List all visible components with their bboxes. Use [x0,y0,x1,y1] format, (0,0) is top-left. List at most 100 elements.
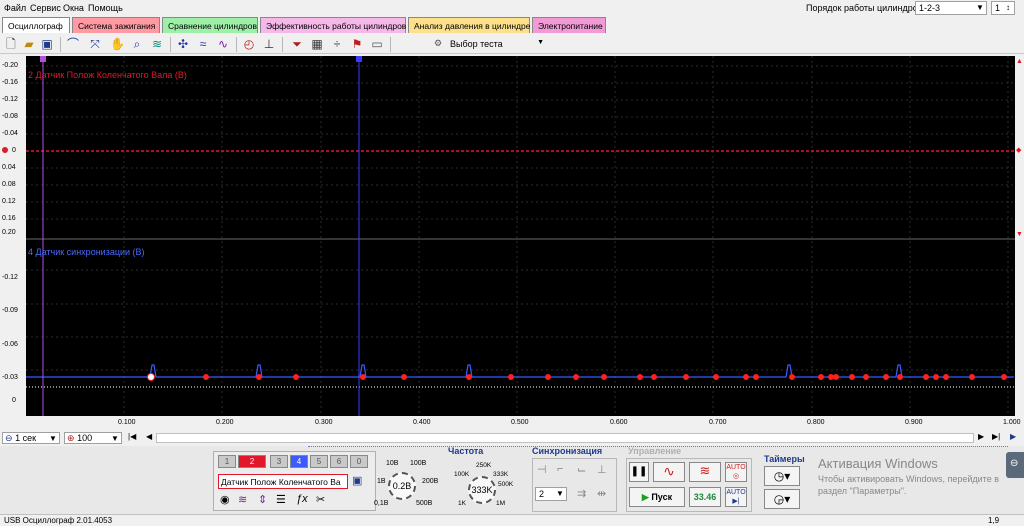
tab-cylinder-efficiency[interactable]: Эффективность работы цилиндров [260,17,406,33]
timer-1-button[interactable]: ◷▾ [764,466,800,486]
frequency-knob[interactable]: 333K [468,476,496,504]
new-file-icon[interactable]: 🗋 [4,37,18,51]
sensor-field[interactable]: Датчик Полож Коленчатого Ва [218,474,348,489]
scroll-end-icon[interactable]: ▶| [992,432,1000,441]
step-icon: ▶| [732,498,740,505]
sync-marker [789,374,795,380]
chevron-down-icon: ▼ [49,434,57,443]
scroll-start-icon[interactable]: |◀ [128,432,136,441]
sync-marker [147,373,155,381]
gear-icon: ⚙ [434,38,443,48]
tab-oscilloscope[interactable]: Осциллограф [2,17,70,33]
auto-step-button[interactable]: AUTO ▶| [725,487,747,507]
sync-marker [753,374,759,380]
scroll-right-icon[interactable]: ▶ [978,432,984,441]
timer-2-button[interactable]: ◶▾ [764,489,800,509]
tools-icon[interactable]: ✂ [316,493,325,506]
sync-edge-icon[interactable]: ⊥ [597,463,607,476]
minus-circle-icon: ⊖ [1010,458,1019,469]
zoom-select[interactable]: ⊕ 100 ▼ [64,432,122,444]
sync-title: Синхронизация [532,446,603,456]
sync-fall-icon[interactable]: ⌙ [577,463,586,476]
dial-label: 500В [416,500,433,507]
stack-icon[interactable]: ≋ [150,37,164,51]
dial-label: 333K [493,471,509,478]
hand-icon[interactable]: ✋ [110,37,125,51]
channel-button-3[interactable]: 3 [270,455,288,468]
menu-file[interactable]: Файл [4,3,26,13]
volt-dial-knob[interactable]: 0.2В [388,472,416,500]
sync-none-icon[interactable]: ⊣ [537,463,547,476]
crosshair-icon[interactable]: ✣ [176,37,190,51]
menu-windows[interactable]: Окна [63,3,84,13]
magnifier-icon[interactable]: ⌕ [130,37,144,51]
test-select[interactable]: ⚙ Выбор теста ▼ [430,37,548,52]
dial-label: 1В [377,478,386,485]
channel-button-6[interactable]: 6 [330,455,348,468]
waveform-icon[interactable]: ≋ [238,493,247,506]
sync-marker [293,374,299,380]
tab-pressure-analysis[interactable]: Анализ давления в цилиндре [408,17,530,33]
tab-power[interactable]: Электропитание [532,17,606,33]
tick-label: 0 [12,397,16,404]
tab-ignition[interactable]: Система зажигания [72,17,160,33]
cylinder-order-select[interactable]: 1-2-3 ▼ [915,1,987,15]
wave-icon[interactable]: ≈ [196,37,210,51]
split-icon[interactable]: ÷ [330,37,344,51]
sync-marker [637,374,643,380]
cylinder-count-stepper[interactable]: 1 ↕ [991,1,1015,15]
oscilloscope-area: -0.20 -0.16 -0.12 -0.08 -0.04 0 0.04 0.0… [0,56,1024,431]
channel1-offset-icon[interactable]: ◆ [1016,146,1021,154]
sync-rise-icon[interactable]: ⌐ [557,463,563,475]
save-icon[interactable]: ▣ [40,37,54,51]
volt-dial[interactable]: 10В 100В 1В 200В 0,1В 500В 0.2В [374,458,438,512]
sync-shift-icon[interactable]: ⇹ [597,487,606,500]
side-handle[interactable]: ⊖ [1006,452,1024,478]
start-button[interactable]: ▶ Пуск [629,487,685,507]
channel-button-2[interactable]: 2 [238,455,266,468]
formula-icon[interactable]: ƒx [296,493,308,505]
sync-level-icon[interactable]: ⇉ [577,487,586,500]
play-icon[interactable]: ▶ [1010,432,1016,441]
noise-wave-icon[interactable]: ≋ [689,462,721,482]
auto-record-button[interactable]: AUTO ◎ [725,462,747,482]
cylinder-order-label: Порядок работы цилиндров [806,3,923,13]
channel-button-0[interactable]: 0 [350,455,368,468]
table-icon[interactable]: ▦ [310,37,324,51]
sine-wave-icon[interactable]: ∿ [653,462,685,482]
menu-service[interactable]: Сервис [30,3,61,13]
frequency-dial[interactable]: 250K 100K 333K 500K 1K 1M 333K [448,458,520,512]
measure-icon[interactable]: ◴ [242,37,256,51]
open-folder-icon[interactable]: ▰ [22,37,36,51]
scrollbar-track[interactable] [156,433,974,443]
time-scale-select[interactable]: ⊖ 1 сек ▼ [2,432,60,444]
sensor-save-icon[interactable]: ▣ [352,474,362,487]
channel1-marker-icon[interactable] [2,147,8,153]
plot-area[interactable]: 2 Датчик Полож Коленчатого Вала (В) 4 Да… [26,56,1015,431]
menu-help[interactable]: Помощь [88,3,123,13]
filter-icon[interactable]: ⏷ [290,37,304,51]
vertical-scale-icon[interactable]: ⇕ [258,493,267,506]
wave-ab-icon[interactable]: ∿ [216,37,230,51]
document-icon[interactable]: ▭ [370,37,384,51]
lines-icon[interactable]: ☰ [276,493,286,506]
tab-cylinder-compare[interactable]: Сравнение цилиндров [162,17,258,33]
channel-button-4[interactable]: 4 [290,455,308,468]
scroll-left-icon[interactable]: ◀ [146,432,152,441]
tick-label: -0.20 [2,62,18,69]
zoom-y-icon[interactable]: ⤧ [88,37,102,51]
sync-channel-select[interactable]: 2 ▼ [535,487,567,501]
zoom-fit-icon[interactable]: ⌒ [66,37,80,51]
measure-x-icon[interactable]: ⊥ [262,37,276,51]
dial-label: 500K [498,481,514,488]
arrow-down-icon[interactable]: ▼ [1016,231,1023,238]
arrow-up-icon[interactable]: ▲ [1016,58,1023,65]
sync-marker [849,374,855,380]
sync-marker [601,374,607,380]
pause-icon[interactable]: ❚❚ [629,462,649,482]
channel1-y-scale: -0.20 -0.16 -0.12 -0.08 -0.04 0 0.04 0.0… [0,56,26,236]
channel-button-5[interactable]: 5 [310,455,328,468]
eye-icon[interactable]: ◉ [220,493,230,506]
channel-button-1[interactable]: 1 [218,455,236,468]
flag-icon[interactable]: ⚑ [350,37,364,51]
